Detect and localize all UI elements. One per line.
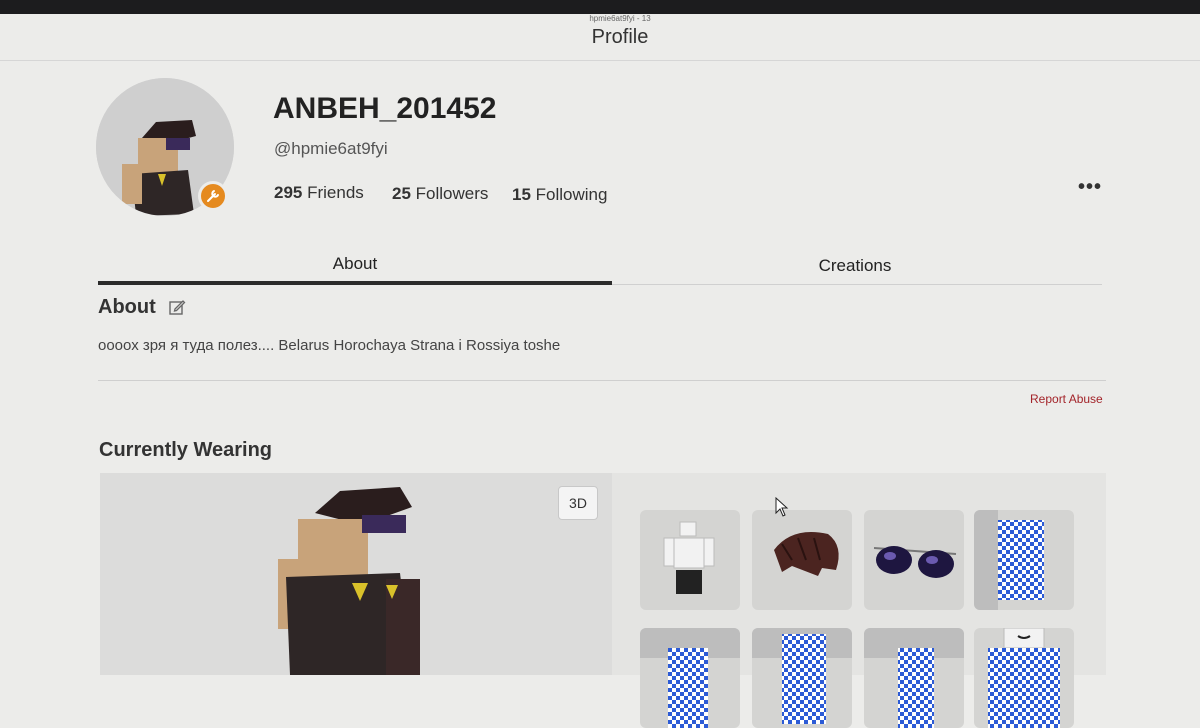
more-options-button[interactable]: ••• (1078, 176, 1102, 199)
report-abuse-link[interactable]: Report Abuse (1030, 392, 1103, 406)
tab-creations[interactable]: Creations (612, 256, 1098, 276)
checkered-pants-item-icon (752, 628, 852, 724)
wearing-item[interactable] (974, 510, 1074, 610)
about-heading: About (98, 296, 156, 318)
page-title: Profile (591, 26, 649, 48)
wearing-item[interactable] (640, 628, 740, 728)
wearing-item[interactable] (752, 628, 852, 728)
checkered-pants-item-icon (640, 628, 740, 728)
following-stat[interactable]: 15 Following (512, 185, 607, 205)
avatar-preview[interactable] (100, 473, 612, 675)
tab-about[interactable]: About (98, 254, 612, 274)
window-caption: hpmie6at9fyi - 13 (589, 14, 651, 23)
checkered-pants-item-icon (974, 510, 1044, 610)
toggle-3d-button[interactable]: 3D (558, 486, 598, 520)
avatar-3d-figure-icon (278, 487, 420, 675)
wearing-item[interactable] (752, 510, 852, 610)
friends-count: 295 (274, 183, 303, 202)
following-label: Following (535, 185, 608, 204)
checkered-pants-item-icon (864, 628, 964, 728)
wearing-item[interactable] (864, 510, 964, 610)
shirt-item-icon (663, 521, 715, 594)
tab-divider (612, 284, 1102, 285)
followers-count: 25 (392, 184, 411, 203)
followers-label: Followers (415, 184, 489, 203)
checkered-shirt-item-icon (988, 628, 1060, 728)
friends-stat[interactable]: 295 Friends (274, 183, 364, 203)
bio-text: оооох зря я туда полез.... Belarus Horoc… (98, 337, 561, 354)
username: @hpmie6at9fyi (274, 139, 388, 158)
header-divider (0, 60, 1200, 61)
top-bar (0, 0, 1200, 14)
edit-icon[interactable] (168, 298, 186, 316)
friends-label: Friends (307, 183, 364, 202)
wearing-item[interactable] (974, 628, 1074, 728)
display-name: ANBEH_201452 (273, 92, 497, 125)
about-divider (98, 380, 1106, 381)
following-count: 15 (512, 185, 531, 204)
active-tab-indicator (98, 281, 612, 285)
sunglasses-item-icon (873, 546, 957, 578)
currently-wearing-heading: Currently Wearing (99, 439, 272, 461)
followers-stat[interactable]: 25 Followers (392, 184, 488, 204)
hair-item-icon (774, 532, 839, 576)
mouse-cursor-icon (775, 497, 789, 517)
wearing-item[interactable] (864, 628, 964, 728)
premium-badge-icon (198, 181, 228, 211)
wearing-item[interactable] (640, 510, 740, 610)
